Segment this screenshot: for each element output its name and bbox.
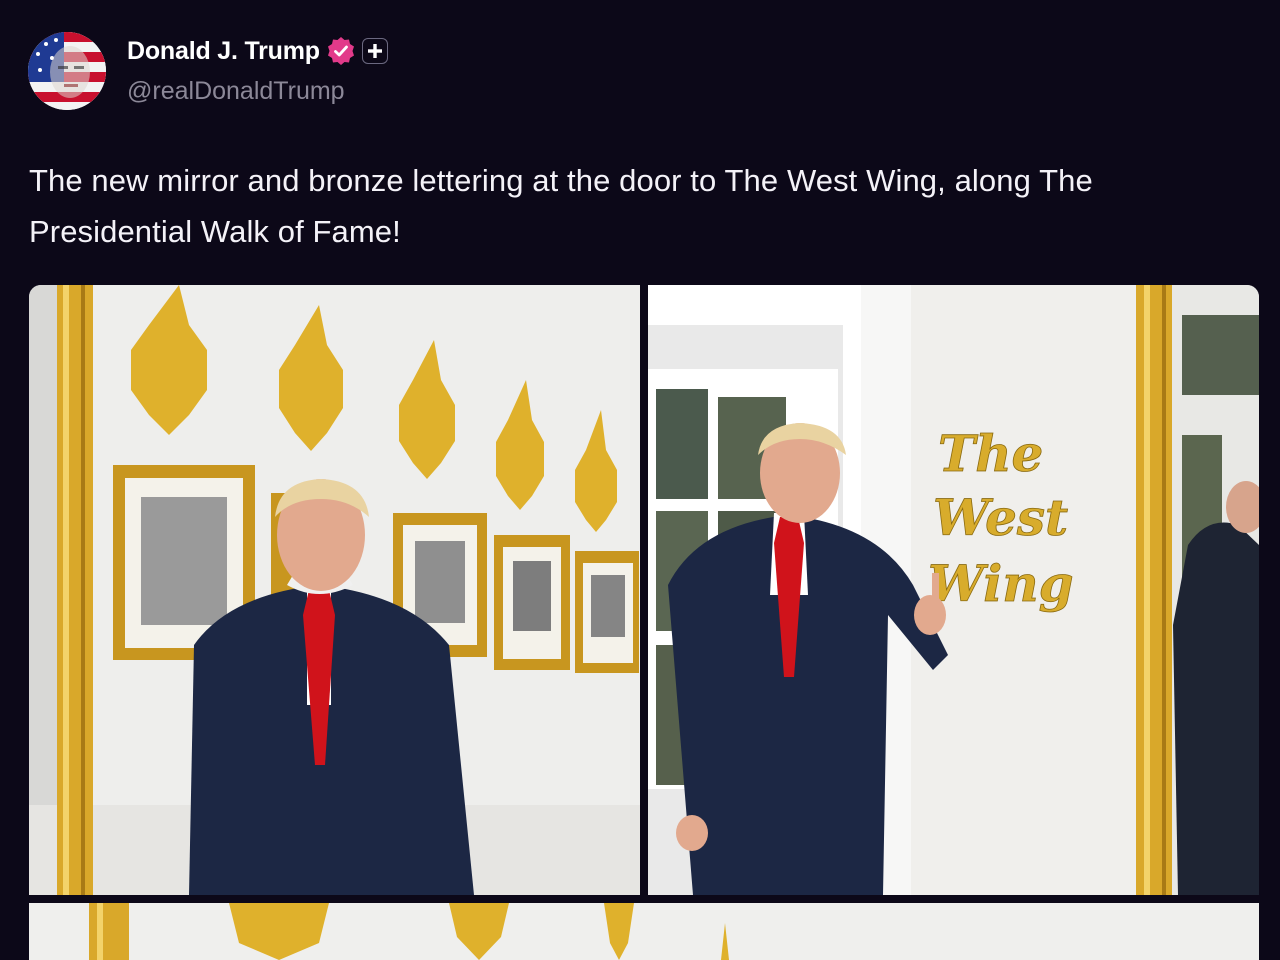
post-photo-1[interactable]: [29, 285, 640, 895]
sign-word-the: The: [938, 424, 1043, 483]
avatar[interactable]: [28, 32, 106, 110]
post-text: The new mirror and bronze lettering at t…: [29, 163, 1093, 249]
author-display-name[interactable]: Donald J. Trump: [127, 37, 320, 66]
plus-badge-icon: [361, 38, 388, 64]
author-handle[interactable]: @realDonaldTrump: [127, 77, 345, 106]
author-name-row: Donald J. Trump: [127, 36, 388, 66]
verified-badge-icon: [326, 36, 356, 66]
post-header: Donald J. Trump @realDonaldTrump: [28, 30, 628, 110]
sign-word-west: West: [933, 488, 1068, 547]
post-photo-2[interactable]: The West Wing: [648, 285, 1259, 895]
post-photo-3[interactable]: [29, 903, 1259, 960]
sign-word-wing: Wing: [928, 554, 1074, 613]
